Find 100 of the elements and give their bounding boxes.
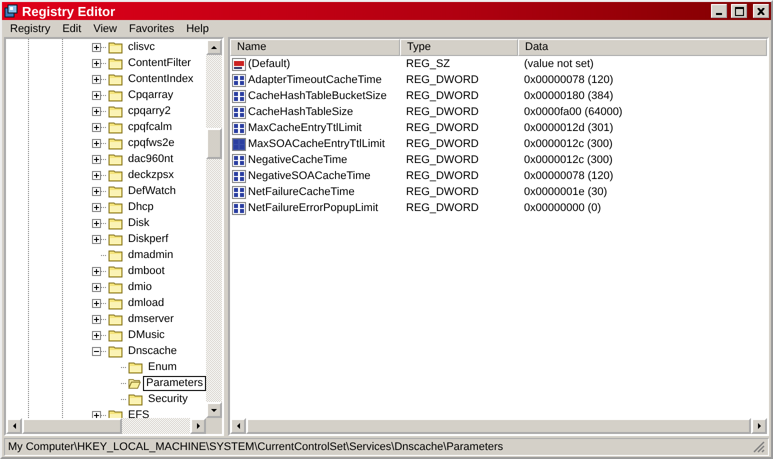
scroll-right-button[interactable] bbox=[751, 418, 767, 434]
tree-item[interactable]: clisvc bbox=[125, 40, 158, 54]
column-header[interactable]: Data bbox=[518, 39, 767, 56]
expand-icon[interactable] bbox=[92, 74, 101, 84]
value-name[interactable]: MaxSOACacheEntryTtlLimit bbox=[248, 136, 385, 152]
tree-item[interactable]: cpqfcalm bbox=[125, 120, 176, 134]
horizontal-scrollbar[interactable] bbox=[6, 418, 206, 434]
value-type: REG_DWORD bbox=[406, 122, 479, 134]
vertical-scrollbar[interactable] bbox=[206, 39, 222, 418]
value-name[interactable]: MaxCacheEntryTtlLimit bbox=[248, 120, 362, 136]
scroll-up-button[interactable] bbox=[206, 39, 222, 55]
binary-value-icon bbox=[232, 186, 246, 198]
folder-icon bbox=[108, 264, 123, 278]
expand-icon[interactable] bbox=[92, 42, 101, 52]
value-name[interactable]: (Default) bbox=[248, 56, 290, 72]
expand-icon[interactable] bbox=[92, 202, 101, 212]
folder-icon bbox=[108, 344, 123, 358]
arrow-left-icon bbox=[236, 422, 240, 430]
tree-item[interactable]: dmboot bbox=[125, 264, 168, 278]
tree-item[interactable]: cpqarry2 bbox=[125, 104, 174, 118]
expand-icon[interactable] bbox=[92, 218, 101, 228]
menu-item[interactable]: View bbox=[87, 22, 123, 34]
tree-item[interactable]: dmadmin bbox=[125, 248, 176, 262]
value-name[interactable]: NetFailureCacheTime bbox=[248, 184, 355, 200]
tree-item[interactable]: deckzpsx bbox=[125, 168, 177, 182]
folder-icon bbox=[108, 408, 123, 418]
tree-item[interactable]: Security bbox=[145, 392, 191, 406]
maximize-icon bbox=[734, 6, 744, 16]
value-type: REG_DWORD bbox=[406, 170, 479, 182]
scrollbar-thumb[interactable] bbox=[206, 128, 222, 159]
scrollbar-corner bbox=[206, 418, 222, 434]
folder-icon bbox=[128, 360, 143, 374]
tree-item[interactable]: dmload bbox=[125, 296, 168, 310]
expand-icon[interactable] bbox=[92, 154, 101, 164]
scroll-left-button[interactable] bbox=[6, 418, 22, 434]
column-header[interactable]: Type bbox=[400, 39, 518, 56]
tree-item[interactable]: ContentIndex bbox=[125, 72, 196, 86]
scroll-left-button[interactable] bbox=[230, 418, 246, 434]
string-value-icon bbox=[232, 58, 246, 70]
expand-icon[interactable] bbox=[92, 282, 101, 292]
tree-item[interactable]: Parameters bbox=[143, 376, 206, 390]
tree-item[interactable]: dmio bbox=[125, 280, 155, 294]
tree-item[interactable]: Diskperf bbox=[125, 232, 172, 246]
expand-icon[interactable] bbox=[92, 314, 101, 324]
menu-item[interactable]: Registry bbox=[4, 22, 56, 34]
expand-icon[interactable] bbox=[92, 58, 101, 68]
tree-item[interactable]: EFS bbox=[125, 408, 152, 418]
value-name[interactable]: NegativeSOACacheTime bbox=[248, 168, 370, 184]
tree-item[interactable]: cpqfws2e bbox=[125, 136, 178, 150]
expand-icon[interactable] bbox=[92, 90, 101, 100]
tree-item[interactable]: Dnscache bbox=[125, 344, 180, 358]
expand-icon[interactable] bbox=[92, 138, 101, 148]
value-name[interactable]: NegativeCacheTime bbox=[248, 152, 348, 168]
tree-item[interactable]: DefWatch bbox=[125, 184, 179, 198]
value-name[interactable]: AdapterTimeoutCacheTime bbox=[248, 72, 382, 88]
tree-item[interactable]: Enum bbox=[145, 360, 180, 374]
tree-item[interactable]: ContentFilter bbox=[125, 56, 194, 70]
folder-icon bbox=[108, 184, 123, 198]
collapse-icon[interactable] bbox=[92, 346, 101, 356]
tree-item[interactable]: Disk bbox=[125, 216, 152, 230]
expand-icon[interactable] bbox=[92, 234, 101, 244]
tree-item[interactable]: Dhcp bbox=[125, 200, 157, 214]
column-header[interactable]: Name bbox=[230, 39, 400, 56]
expand-icon[interactable] bbox=[92, 186, 101, 196]
scroll-down-button[interactable] bbox=[206, 402, 222, 418]
value-type: REG_DWORD bbox=[406, 90, 479, 102]
expand-icon[interactable] bbox=[92, 122, 101, 132]
expand-icon[interactable] bbox=[92, 170, 101, 180]
folder-icon bbox=[108, 136, 123, 150]
scroll-right-button[interactable] bbox=[190, 418, 206, 434]
tree-item[interactable]: dmserver bbox=[125, 312, 177, 326]
folder-icon bbox=[108, 88, 123, 102]
value-name[interactable]: NetFailureErrorPopupLimit bbox=[248, 200, 378, 216]
folder-icon bbox=[108, 232, 123, 246]
expand-icon[interactable] bbox=[92, 330, 101, 340]
value-data: 0x00000000 (0) bbox=[524, 202, 602, 214]
close-button[interactable] bbox=[753, 4, 769, 18]
menu-item[interactable]: Edit bbox=[56, 22, 88, 34]
close-icon bbox=[757, 8, 765, 14]
expand-icon[interactable] bbox=[92, 266, 101, 276]
maximize-button[interactable] bbox=[731, 4, 747, 18]
expand-icon[interactable] bbox=[92, 410, 101, 418]
folder-icon bbox=[108, 200, 123, 214]
tree-item[interactable]: DMusic bbox=[125, 328, 168, 342]
expand-icon[interactable] bbox=[92, 298, 101, 308]
folder-icon bbox=[108, 120, 123, 134]
value-type: REG_DWORD bbox=[406, 186, 479, 198]
resize-grip-icon bbox=[753, 441, 765, 453]
scrollbar-thumb[interactable] bbox=[22, 418, 122, 434]
menu-item[interactable]: Help bbox=[180, 22, 215, 34]
expand-icon[interactable] bbox=[92, 106, 101, 116]
value-name[interactable]: CacheHashTableSize bbox=[248, 104, 354, 120]
arrow-right-icon bbox=[196, 422, 200, 430]
minimize-button[interactable] bbox=[711, 4, 727, 18]
tree-item[interactable]: dac960nt bbox=[125, 152, 176, 166]
binary-value-icon bbox=[232, 202, 246, 214]
folder-icon bbox=[128, 392, 143, 406]
menu-item[interactable]: Favorites bbox=[122, 22, 180, 34]
value-name[interactable]: CacheHashTableBucketSize bbox=[248, 88, 387, 104]
tree-item[interactable]: Cpqarray bbox=[125, 88, 176, 102]
